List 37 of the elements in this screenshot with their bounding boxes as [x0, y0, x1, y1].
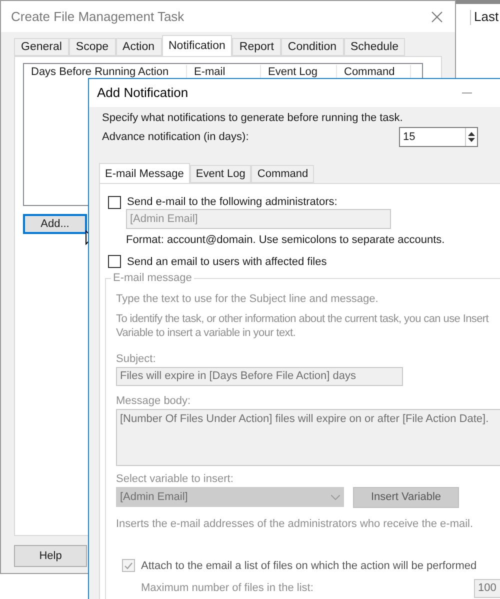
tab[interactable]: Condition: [280, 38, 344, 56]
tab[interactable]: Report: [232, 38, 281, 56]
close-icon[interactable]: [431, 10, 443, 22]
field-label: Select variable to insert:: [116, 472, 234, 486]
instruction-text: To identify the task, or other information about the current task, you can use Insert Variable to insert a variable in your text.: [116, 312, 490, 340]
column-header[interactable]: Last: [474, 9, 499, 24]
checkbox-label[interactable]: Send an email to users with affected files: [127, 254, 327, 269]
tab[interactable]: Schedule: [344, 38, 406, 56]
field-label: Message body:: [116, 394, 192, 408]
checkbox[interactable]: [108, 255, 121, 268]
help-button[interactable]: Help: [14, 545, 87, 567]
tab[interactable]: Notification: [162, 35, 232, 56]
field-label: Subject:: [116, 352, 157, 366]
window-title: Create File Management Task: [11, 10, 184, 24]
group-legend: E-mail message: [111, 270, 194, 285]
checkbox-label[interactable]: Send e-mail to the following administrators:: [127, 195, 338, 209]
tab[interactable]: General: [14, 38, 69, 56]
number-spinner[interactable]: 15: [399, 127, 478, 147]
tab[interactable]: Command: [251, 165, 314, 183]
minimize-icon[interactable]: [462, 92, 472, 94]
checkmark-icon: [124, 562, 133, 570]
add-button[interactable]: Add...: [23, 214, 87, 234]
hint-text: Inserts the e-mail addresses of the administrators who receive the e-mail.: [116, 516, 474, 531]
dialog-title: Add Notification: [97, 86, 188, 100]
down-arrow-icon[interactable]: [468, 138, 475, 142]
checkbox[interactable]: [108, 196, 121, 208]
description-text: Specify what notifications to generate before running the task.: [102, 111, 404, 125]
format-hint: Format: account@domain. Use semicolons to separate accounts.: [126, 232, 446, 247]
tab[interactable]: E-mail Message: [99, 163, 190, 183]
tab[interactable]: Action: [116, 38, 162, 56]
instruction-text: Type the text to use for the Subject line and message.: [116, 292, 380, 306]
chevron-down-icon: [331, 494, 340, 500]
tab[interactable]: Event Log: [190, 165, 252, 183]
field-label: Advance notification (in days):: [102, 130, 249, 144]
up-arrow-icon[interactable]: [468, 132, 475, 136]
field-label: Maximum number of files in the list:: [141, 581, 314, 596]
tab[interactable]: Scope: [68, 38, 116, 56]
